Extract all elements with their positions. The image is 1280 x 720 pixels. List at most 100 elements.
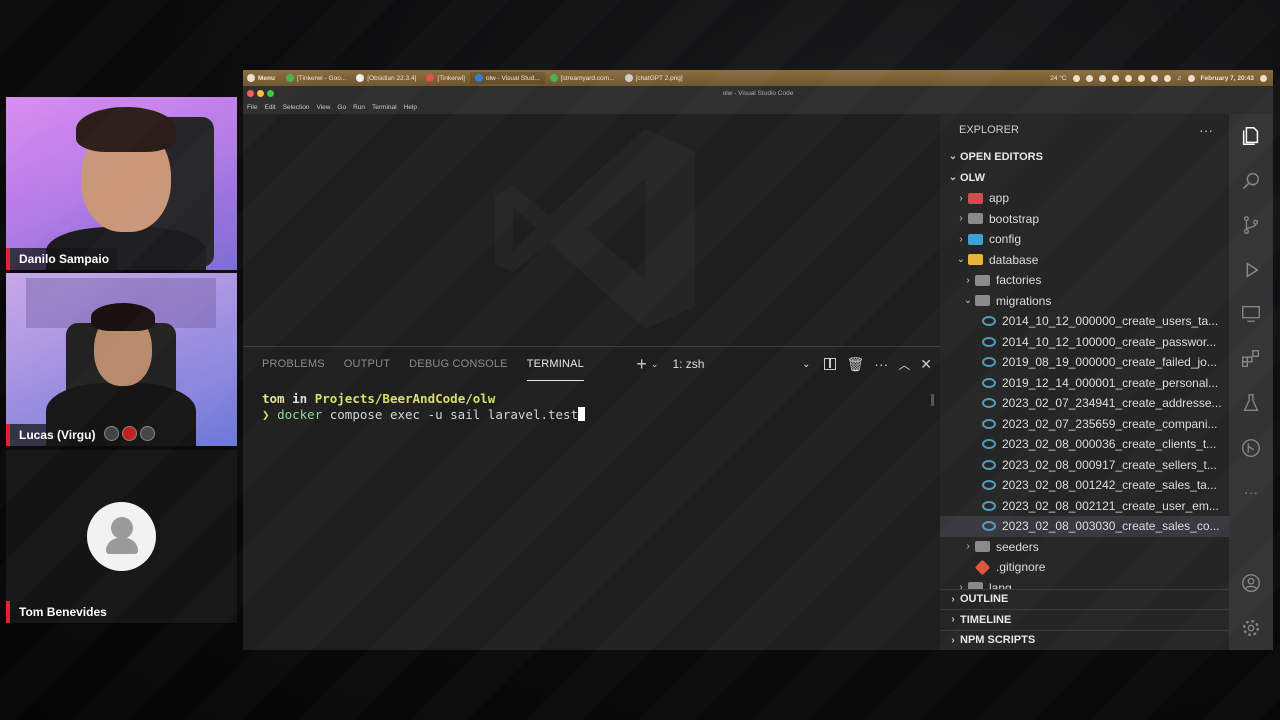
tree-folder[interactable]: › lang bbox=[940, 578, 1229, 599]
os-menu-button[interactable]: Menu bbox=[243, 74, 281, 82]
participant-name-tag: Lucas (Virgu) bbox=[6, 424, 104, 446]
tree-item-label: 2023_02_07_234941_create_addresse... bbox=[1002, 396, 1222, 411]
php-file-icon bbox=[982, 439, 996, 450]
folder-open-icon bbox=[975, 295, 990, 307]
tree-item-label: 2023_02_08_003030_create_sales_co... bbox=[1002, 519, 1220, 534]
menu-selection[interactable]: Selection bbox=[283, 104, 310, 111]
music-icon[interactable]: ♫ bbox=[1177, 75, 1182, 82]
section-project[interactable]: ⌄ OLW bbox=[940, 167, 1229, 188]
tree-folder[interactable]: › bootstrap bbox=[940, 209, 1229, 230]
testing-icon[interactable] bbox=[1229, 381, 1273, 426]
tray-icon[interactable] bbox=[1124, 74, 1132, 82]
tray-icon[interactable] bbox=[1111, 74, 1119, 82]
more-actions-icon[interactable]: ··· bbox=[874, 356, 888, 372]
remote-explorer-icon[interactable] bbox=[1229, 292, 1273, 337]
tray-icon[interactable] bbox=[1187, 74, 1195, 82]
tree-folder[interactable]: › app bbox=[940, 188, 1229, 209]
tree-folder[interactable]: › seeders bbox=[940, 537, 1229, 558]
git-file-icon bbox=[974, 559, 991, 576]
tray-icon[interactable] bbox=[1085, 74, 1093, 82]
terminal-scrollbar[interactable] bbox=[931, 394, 934, 406]
tree-file[interactable]: .gitignore bbox=[940, 557, 1229, 578]
chevron-down-icon[interactable]: ⌄ bbox=[651, 359, 659, 370]
run-debug-icon[interactable] bbox=[1229, 248, 1273, 293]
close-window-button[interactable] bbox=[247, 89, 254, 97]
editor-empty-area[interactable] bbox=[243, 114, 940, 344]
tray-icon[interactable] bbox=[1163, 74, 1171, 82]
close-panel-icon[interactable]: ✕ bbox=[920, 356, 932, 373]
tree-file[interactable]: 2019_12_14_000001_create_personal... bbox=[940, 373, 1229, 394]
terminal-shell-select[interactable]: 1: zsh ⌄ bbox=[668, 354, 814, 374]
tree-file[interactable]: 2014_10_12_100000_create_passwor... bbox=[940, 332, 1229, 353]
manage-gear-icon[interactable] bbox=[1229, 606, 1273, 651]
account-icon[interactable] bbox=[1229, 561, 1273, 606]
menu-view[interactable]: View bbox=[316, 104, 330, 111]
tree-file[interactable]: 2023_02_08_001242_create_sales_ta... bbox=[940, 475, 1229, 496]
extensions-icon[interactable] bbox=[1229, 337, 1273, 382]
taskbar-item[interactable]: [streamyard.com... bbox=[545, 72, 620, 84]
tree-file[interactable]: 2019_08_19_000000_create_failed_jo... bbox=[940, 352, 1229, 373]
taskbar-item[interactable]: [Tinkerwi - Goo... bbox=[281, 72, 351, 84]
section-open-editors[interactable]: ⌄ OPEN EDITORS bbox=[940, 146, 1229, 167]
tree-file[interactable]: 2014_10_12_000000_create_users_ta... bbox=[940, 311, 1229, 332]
split-terminal-icon[interactable] bbox=[824, 358, 837, 370]
more-icon[interactable]: ··· bbox=[1229, 470, 1273, 515]
taskbar-item[interactable]: [Tinkerwi] bbox=[421, 72, 470, 84]
maximize-window-button[interactable] bbox=[267, 89, 274, 97]
git-graph-icon[interactable] bbox=[1229, 426, 1273, 471]
chrome-icon bbox=[549, 74, 558, 82]
taskbar-item[interactable]: [chatGPT 2.png] bbox=[620, 72, 688, 84]
tree-folder[interactable]: ⌄ migrations bbox=[940, 291, 1229, 312]
tab-problems[interactable]: PROBLEMS bbox=[262, 347, 325, 381]
menu-run[interactable]: Run bbox=[353, 104, 365, 111]
tree-file[interactable]: 2023_02_07_234941_create_addresse... bbox=[940, 393, 1229, 414]
taskbar-item[interactable]: olw - Visual Stud... bbox=[469, 72, 545, 84]
gaming-chair bbox=[134, 117, 214, 267]
tree-item-label: bootstrap bbox=[989, 211, 1040, 226]
weather-indicator[interactable]: 24 °C bbox=[1050, 75, 1066, 82]
maximize-panel-icon[interactable]: ︿ bbox=[898, 356, 910, 373]
explorer-icon[interactable] bbox=[1229, 114, 1273, 159]
tab-debug-console[interactable]: DEBUG CONSOLE bbox=[409, 347, 508, 381]
tree-folder[interactable]: › config bbox=[940, 229, 1229, 250]
source-control-icon[interactable] bbox=[1229, 203, 1273, 248]
power-icon[interactable] bbox=[1260, 74, 1267, 82]
tray-icon[interactable] bbox=[1072, 74, 1080, 82]
menu-go[interactable]: Go bbox=[337, 104, 346, 111]
taskbar-item[interactable]: [Obsidian 22.3.4] bbox=[351, 72, 421, 84]
tree-folder[interactable]: › factories bbox=[940, 270, 1229, 291]
menu-file[interactable]: File bbox=[247, 104, 257, 111]
tray-icon[interactable] bbox=[1098, 74, 1106, 82]
tree-file[interactable]: 2023_02_08_000917_create_sellers_t... bbox=[940, 455, 1229, 476]
chevron-down-icon: ⌄ bbox=[948, 151, 958, 162]
php-file-icon bbox=[982, 377, 996, 388]
more-actions-icon[interactable]: ··· bbox=[1199, 122, 1213, 138]
tree-item-label: 2023_02_08_000917_create_sellers_t... bbox=[1002, 457, 1217, 472]
tree-file[interactable]: 2023_02_08_003030_create_sales_co... bbox=[940, 516, 1229, 537]
tray-icon[interactable] bbox=[1150, 74, 1158, 82]
minimize-window-button[interactable] bbox=[257, 89, 264, 97]
trash-icon[interactable]: 🗑 bbox=[846, 356, 864, 373]
tab-terminal[interactable]: TERMINAL bbox=[526, 347, 584, 381]
tree-folder[interactable]: ⌄ database bbox=[940, 250, 1229, 271]
person-face bbox=[81, 122, 171, 232]
section-timeline[interactable]: › TIMELINE bbox=[940, 609, 1229, 630]
section-outline[interactable]: › OUTLINE bbox=[940, 588, 1229, 610]
section-npm-scripts[interactable]: › NPM SCRIPTS bbox=[940, 629, 1229, 651]
menu-edit[interactable]: Edit bbox=[264, 104, 275, 111]
tree-item-label: 2023_02_08_000036_create_clients_t... bbox=[1002, 437, 1217, 452]
new-terminal-plus-icon[interactable]: + bbox=[636, 354, 647, 375]
terminal-output[interactable]: tom in Projects/BeerAndCode/olw ❯ docker… bbox=[243, 381, 940, 423]
participant-name-tag: Danilo Sampaio bbox=[6, 248, 118, 270]
tree-file[interactable]: 2023_02_08_000036_create_clients_t... bbox=[940, 434, 1229, 455]
tree-item-label: 2019_08_19_000000_create_failed_jo... bbox=[1002, 355, 1217, 370]
tab-output[interactable]: OUTPUT bbox=[344, 347, 390, 381]
menu-help[interactable]: Help bbox=[404, 104, 417, 111]
folder-icon bbox=[968, 233, 983, 245]
tray-icon[interactable] bbox=[1137, 74, 1145, 82]
search-icon[interactable] bbox=[1229, 159, 1273, 204]
tree-file[interactable]: 2023_02_07_235659_create_compani... bbox=[940, 414, 1229, 435]
clock[interactable]: February 7, 20:43 bbox=[1201, 75, 1254, 82]
tree-file[interactable]: 2023_02_08_002121_create_user_em... bbox=[940, 496, 1229, 517]
menu-terminal[interactable]: Terminal bbox=[372, 104, 397, 111]
